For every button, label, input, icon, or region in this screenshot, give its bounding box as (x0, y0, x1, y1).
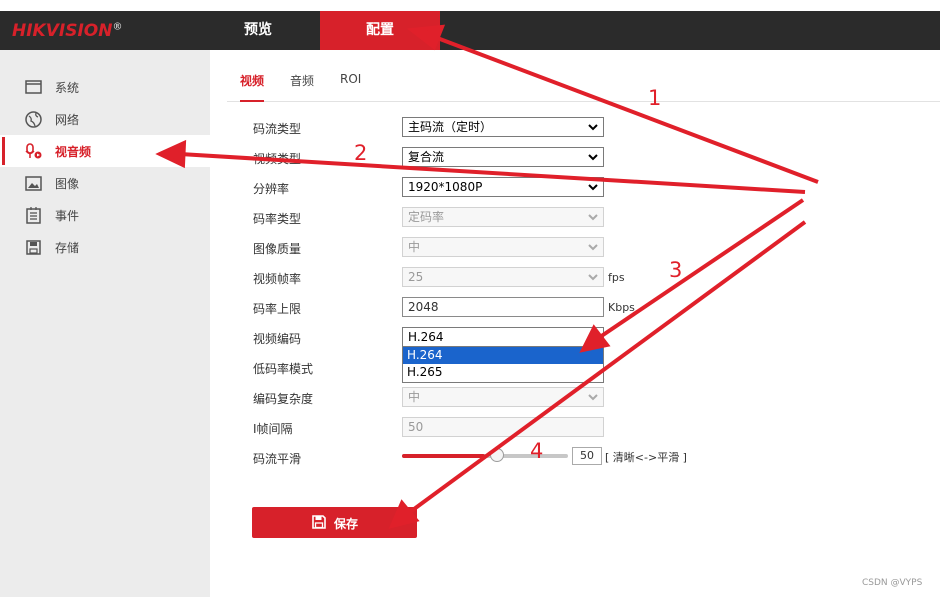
codec-complexity-select: 中 (402, 387, 604, 407)
mic-camera-icon (25, 143, 42, 159)
sidebar-item-video-audio[interactable]: 视音频 (0, 135, 210, 167)
sidebar-item-system[interactable]: 系统 (0, 71, 210, 103)
image-icon (25, 176, 42, 191)
video-type-label: 视频类型 (253, 152, 302, 166)
frame-rate-select: 25 (402, 267, 604, 287)
annotation-step-2: 2 (354, 141, 368, 165)
sub-tabs: 视频 音频 ROI (227, 62, 940, 102)
bitrate-type-select: 定码率 (402, 207, 604, 227)
select-value: 25 (408, 270, 424, 284)
bitrate-limit-unit: Kbps (608, 301, 635, 314)
stream-type-label: 码流类型 (253, 122, 302, 136)
video-type-select[interactable]: 复合流 (402, 147, 604, 167)
chevron-down-icon (588, 214, 598, 221)
logo-text: HIKVISION (12, 21, 113, 41)
nav-tab-config[interactable]: 配置 (320, 11, 440, 50)
logo-registered-mark: ® (112, 21, 123, 33)
sidebar-item-label: 网络 (55, 113, 80, 127)
disk-icon (26, 240, 41, 255)
sidebar-item-network[interactable]: 网络 (0, 103, 210, 135)
tab-audio[interactable]: 音频 (290, 72, 314, 102)
tab-roi[interactable]: ROI (340, 72, 361, 102)
video-codec-dropdown-list: H.264 H.265 (402, 346, 604, 383)
frame-rate-label: 视频帧率 (253, 272, 302, 286)
sidebar-item-storage[interactable]: 存储 (0, 231, 210, 263)
annotation-step-1: 1 (648, 86, 662, 110)
chevron-down-icon (588, 184, 598, 191)
nav-tab-preview[interactable]: 预览 (210, 11, 306, 50)
select-value: 主码流（定时） (408, 120, 493, 134)
watermark: CSDN @VYPS (862, 578, 923, 588)
codec-option-h264[interactable]: H.264 (403, 347, 603, 364)
chevron-down-icon (588, 124, 598, 131)
chevron-down-icon (588, 154, 598, 161)
save-button-label: 保存 (334, 517, 359, 531)
monitor-icon (25, 80, 42, 94)
sidebar-item-label: 存储 (55, 241, 80, 255)
top-header: HIKVISION® 预览 配置 (0, 11, 940, 50)
globe-icon (25, 111, 42, 128)
codec-complexity-label: 编码复杂度 (253, 392, 314, 406)
stream-smoothing-value[interactable]: 50 (572, 447, 602, 465)
codec-option-h265[interactable]: H.265 (403, 364, 603, 381)
sidebar-item-event[interactable]: 事件 (0, 199, 210, 231)
low-bitrate-mode-label: 低码率模式 (253, 362, 314, 376)
iframe-interval-label: I帧间隔 (253, 422, 293, 436)
save-icon (312, 515, 326, 529)
slider-fill (402, 454, 485, 458)
sidebar-item-label: 事件 (55, 209, 80, 223)
chevron-down-icon (588, 334, 598, 341)
iframe-interval-input: 50 (402, 417, 604, 437)
chevron-down-icon (588, 394, 598, 401)
sidebar-item-label: 系统 (55, 81, 80, 95)
slider-handle[interactable] (490, 448, 504, 462)
hikvision-logo: HIKVISION® (12, 21, 122, 41)
bitrate-limit-input[interactable]: 2048 (402, 297, 604, 317)
stream-type-select[interactable]: 主码流（定时） (402, 117, 604, 137)
save-button[interactable]: 保存 (252, 507, 417, 538)
sidebar: 系统 网络 视音频 图像 事件 存储 (0, 50, 210, 597)
top-strip (0, 0, 940, 11)
list-icon (26, 207, 41, 224)
resolution-label: 分辨率 (253, 182, 290, 196)
select-value: 中 (408, 240, 421, 254)
stream-smoothing-hint: [ 清晰<->平滑 ] (605, 451, 687, 464)
annotation-step-4: 4 (530, 439, 544, 463)
sidebar-item-label: 图像 (55, 177, 80, 191)
annotation-step-3: 3 (669, 258, 683, 282)
page: HIKVISION® 预览 配置 系统 网络 视音频 图像 事件 存储 视频 音… (0, 0, 940, 597)
chevron-down-icon (588, 274, 598, 281)
select-value: H.264 (408, 330, 444, 344)
select-value: 复合流 (408, 150, 445, 164)
bitrate-type-label: 码率类型 (253, 212, 302, 226)
image-quality-label: 图像质量 (253, 242, 302, 256)
select-value: 1920*1080P (408, 180, 483, 194)
sidebar-item-label: 视音频 (55, 145, 92, 159)
bitrate-limit-label: 码率上限 (253, 302, 302, 316)
sidebar-item-image[interactable]: 图像 (0, 167, 210, 199)
chevron-down-icon (588, 244, 598, 251)
select-value: 定码率 (408, 210, 445, 224)
tab-video[interactable]: 视频 (240, 72, 265, 102)
select-value: 中 (408, 390, 421, 404)
frame-rate-unit: fps (608, 271, 625, 284)
image-quality-select: 中 (402, 237, 604, 257)
resolution-select[interactable]: 1920*1080P (402, 177, 604, 197)
annotation-arrow-3 (598, 198, 805, 339)
stream-smoothing-label: 码流平滑 (253, 452, 302, 466)
video-codec-select[interactable]: H.264 (402, 327, 604, 347)
video-codec-label: 视频编码 (253, 332, 302, 346)
